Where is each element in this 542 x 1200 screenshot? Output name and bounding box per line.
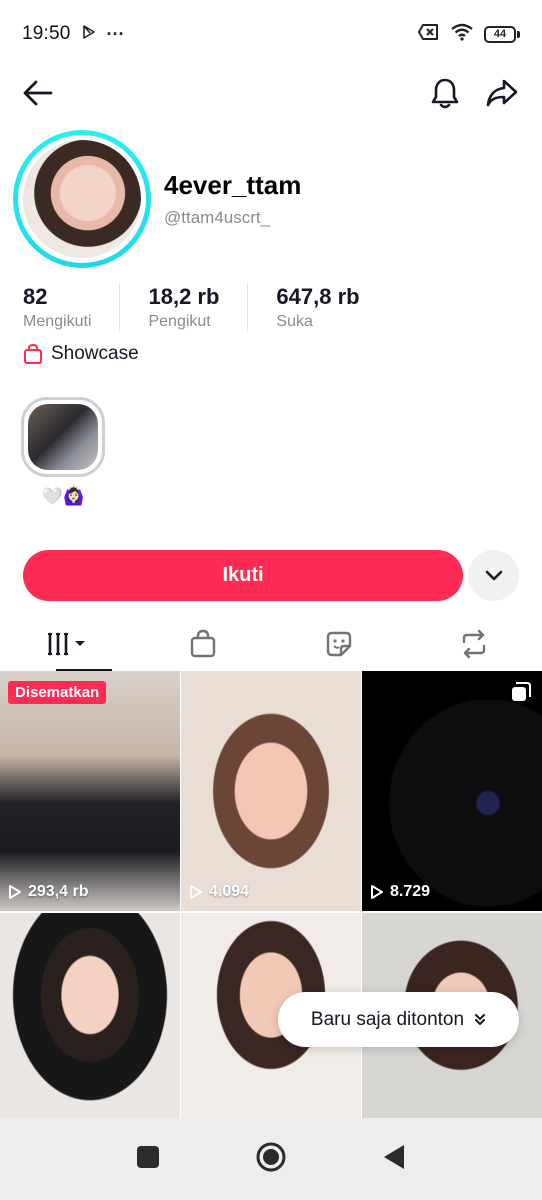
video-grid-icon <box>47 632 85 656</box>
video-tile[interactable]: 4.094 <box>181 671 361 911</box>
multiple-photos-icon <box>510 681 532 708</box>
stat-following-value: 82 <box>23 284 48 309</box>
battery-tip <box>517 30 520 38</box>
showcase-label: Showcase <box>51 343 139 364</box>
showcase-link[interactable]: Showcase <box>23 343 139 365</box>
recently-watched-label: Baru saja ditonton <box>310 1008 465 1030</box>
tab-reposts-stickers[interactable] <box>271 617 407 671</box>
view-count-value: 4.094 <box>209 883 250 900</box>
view-count-value: 293,4 rb <box>28 883 89 900</box>
shopping-bag-icon <box>24 343 42 364</box>
play-icon <box>190 885 202 899</box>
avatar-frame <box>18 135 146 263</box>
sim-off-icon <box>418 23 440 46</box>
double-chevron-down-icon <box>475 1013 486 1025</box>
bell-icon <box>431 78 459 109</box>
home-button[interactable] <box>255 1141 287 1178</box>
stat-following[interactable]: 82 Mengikuti <box>23 284 121 331</box>
pinned-badge: Disematkan <box>8 681 107 704</box>
status-bar: 19:50 ··· 44 <box>0 0 542 68</box>
follow-button[interactable]: Ikuti <box>23 550 463 601</box>
play-icon <box>371 885 383 899</box>
battery-indicator: 44 <box>484 25 520 43</box>
video-tile[interactable] <box>0 913 180 1118</box>
suggested-accounts-button[interactable] <box>468 550 519 601</box>
view-count: 293,4 rb <box>8 883 88 901</box>
profile-tabs <box>0 617 542 671</box>
back-arrow-icon <box>23 80 53 106</box>
recently-watched-button[interactable]: Baru saja ditonton <box>278 992 519 1047</box>
repost-icon <box>463 629 486 659</box>
highlight-thumbnail <box>28 404 98 470</box>
battery-level: 44 <box>484 25 516 43</box>
stat-followers-value: 18,2 rb <box>148 284 220 309</box>
profile-header: 4ever_ttam @ttam4uscrt_ <box>13 130 533 270</box>
tab-reposts[interactable] <box>407 617 542 671</box>
view-count: 8.729 <box>370 883 430 901</box>
stat-followers-label: Pengikut <box>148 313 211 330</box>
play-icon <box>9 885 21 899</box>
status-time: 19:50 <box>22 23 71 44</box>
back-nav-button[interactable] <box>382 1144 406 1175</box>
share-button[interactable] <box>483 74 521 112</box>
story-highlight[interactable]: 🤍🙆🏻‍♀️ <box>21 397 105 507</box>
recents-button[interactable] <box>136 1145 160 1174</box>
tab-shop[interactable] <box>136 617 272 671</box>
stat-likes-label: Suka <box>276 313 313 330</box>
shopping-bag-icon <box>191 629 216 658</box>
chevron-down-icon <box>485 570 502 580</box>
view-count-value: 8.729 <box>390 883 431 900</box>
home-circle-icon <box>256 1142 286 1171</box>
sticker-icon <box>326 631 351 657</box>
square-icon <box>137 1145 159 1168</box>
system-navigation-bar <box>0 1118 542 1200</box>
play-store-icon <box>81 24 97 45</box>
stat-likes[interactable]: 647,8 rb Suka <box>276 284 387 331</box>
share-icon <box>486 79 518 107</box>
avatar-image <box>23 140 141 258</box>
view-count: 4.094 <box>189 883 249 901</box>
video-tile[interactable]: 8.729 <box>362 671 542 911</box>
stat-followers[interactable]: 18,2 rb Pengikut <box>148 284 249 331</box>
video-tile[interactable]: Disematkan 293,4 rb <box>0 671 180 911</box>
action-row: Ikuti <box>23 550 519 601</box>
highlight-label: 🤍🙆🏻‍♀️ <box>41 487 85 506</box>
video-grid: Disematkan 293,4 rb 4.094 8.729 <box>0 671 542 1118</box>
triangle-back-icon <box>384 1144 404 1169</box>
avatar[interactable] <box>13 130 151 268</box>
notification-button[interactable] <box>427 74 463 112</box>
stat-following-label: Mengikuti <box>23 313 92 330</box>
wifi-icon <box>450 23 474 46</box>
top-navigation <box>0 68 542 118</box>
status-more-indicator: ··· <box>106 23 125 44</box>
back-button[interactable] <box>20 76 56 110</box>
highlight-thumbnail-frame <box>21 397 105 477</box>
username[interactable]: @ttam4uscrt_ <box>164 208 270 228</box>
profile-stats: 82 Mengikuti 18,2 rb Pengikut 647,8 rb S… <box>23 284 523 331</box>
tab-videos[interactable] <box>0 617 136 671</box>
display-name: 4ever_ttam <box>164 170 302 200</box>
stat-likes-value: 647,8 rb <box>276 284 360 309</box>
